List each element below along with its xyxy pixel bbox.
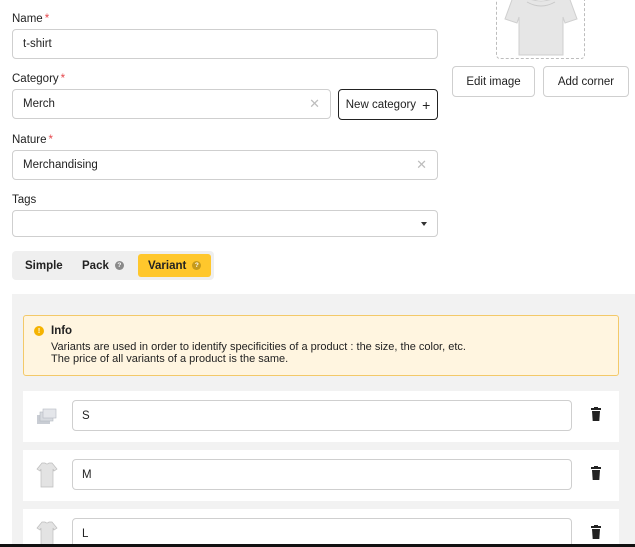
nature-value: Merchandising (23, 159, 98, 171)
name-value: t-shirt (23, 38, 52, 50)
name-input[interactable]: t-shirt (12, 29, 438, 59)
trash-icon[interactable] (590, 525, 602, 539)
tags-label: Tags (12, 194, 37, 206)
name-label: Name * (12, 13, 50, 25)
tshirt-image (504, 0, 578, 56)
category-value: Merch (23, 98, 55, 110)
variant-row: M (23, 450, 619, 501)
help-icon[interactable]: ? (114, 261, 124, 270)
new-category-button[interactable]: New category + (338, 89, 438, 120)
close-icon[interactable]: ✕ (416, 157, 427, 173)
variant-name-input[interactable]: M (72, 459, 572, 490)
tab-pack[interactable]: Pack ? (82, 254, 124, 277)
info-text-line-2: The price of all variants of a product i… (51, 353, 289, 365)
add-corner-label: Add corner (557, 75, 615, 88)
tshirt-icon[interactable] (35, 520, 59, 547)
variant-row: L (23, 509, 619, 547)
category-select[interactable]: Merch ✕ (12, 89, 331, 119)
new-category-label: New category (345, 98, 417, 111)
close-icon[interactable]: ✕ (309, 96, 320, 112)
info-icon: ! (34, 326, 44, 336)
tags-select[interactable] (12, 210, 438, 237)
required-marker: * (44, 13, 50, 25)
variant-name-input[interactable]: L (72, 518, 572, 547)
tshirt-icon[interactable] (35, 461, 59, 489)
variant-placeholder-icon[interactable] (35, 402, 59, 430)
info-title: Info (51, 325, 73, 337)
nature-select[interactable]: Merchandising ✕ (12, 150, 438, 180)
caret-down-icon[interactable] (421, 221, 427, 226)
variant-value: M (82, 468, 92, 481)
required-marker: * (60, 73, 66, 85)
category-label: Category * (12, 73, 66, 85)
help-icon[interactable]: ? (192, 261, 202, 270)
variant-value: S (82, 409, 90, 422)
variant-value: L (82, 527, 89, 540)
trash-icon[interactable] (590, 466, 602, 480)
required-marker: * (48, 134, 54, 146)
info-text-line-1: Variants are used in order to identify s… (51, 341, 466, 353)
nature-label: Nature * (12, 134, 54, 146)
tab-variant[interactable]: Variant ? (138, 254, 212, 277)
info-alert: ! Info Variants are used in order to ide… (23, 315, 619, 376)
edit-image-label: Edit image (466, 75, 521, 88)
trash-icon[interactable] (590, 407, 602, 421)
product-image-frame[interactable] (496, 0, 585, 59)
variant-name-input[interactable]: S (72, 400, 572, 431)
tab-simple[interactable]: Simple (25, 254, 63, 277)
product-type-tabs: Simple Pack ? Variant ? (12, 251, 214, 280)
variant-row: S (23, 391, 619, 442)
add-corner-button[interactable]: Add corner (543, 66, 629, 97)
edit-image-button[interactable]: Edit image (452, 66, 535, 97)
plus-icon: + (422, 96, 431, 113)
